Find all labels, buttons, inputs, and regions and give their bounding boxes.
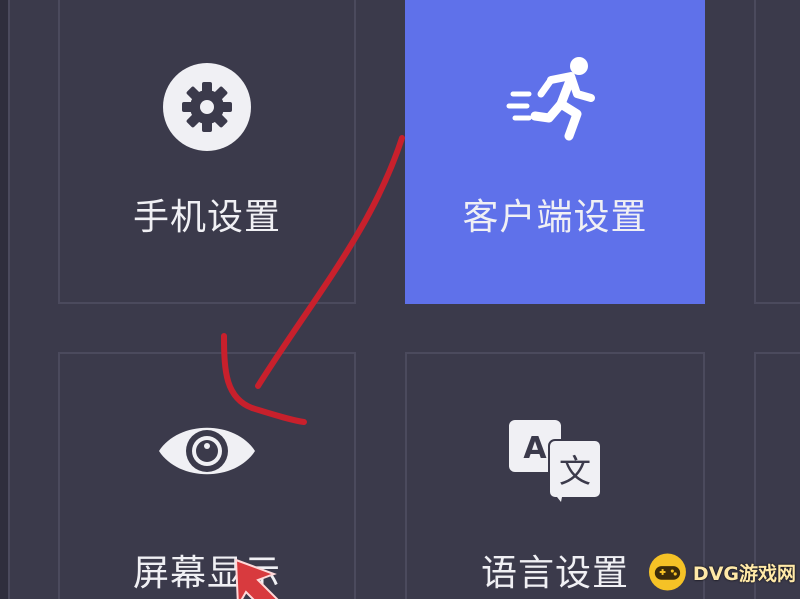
svg-text:A: A — [523, 431, 547, 466]
tile-language-settings[interactable]: A 文 语言设置 — [405, 352, 705, 599]
translate-icon: A 文 — [509, 420, 602, 502]
tile-label: 屏幕显示 — [132, 553, 281, 594]
tile-screen-display[interactable]: 屏幕显示 — [58, 352, 356, 599]
eye-icon — [159, 427, 255, 475]
partial-tile-right-top[interactable] — [754, 0, 800, 304]
tile-phone-settings[interactable]: 手机设置 — [58, 0, 356, 304]
tile-label: 手机设置 — [132, 197, 281, 238]
tile-label: 语言设置 — [480, 553, 629, 594]
svg-text:文: 文 — [559, 452, 591, 490]
tile-label: 客户端设置 — [462, 197, 648, 238]
tile-client-settings[interactable]: 客户端设置 — [405, 0, 705, 304]
gear-icon — [163, 63, 251, 151]
partial-tile-right-bottom[interactable] — [754, 352, 800, 599]
settings-screen: 手机设置 客户端设置 屏幕显示 A 文 语言设置 DVG游戏网 — [0, 0, 800, 599]
left-panel-edge — [0, 0, 10, 599]
running-person-icon — [506, 57, 595, 141]
